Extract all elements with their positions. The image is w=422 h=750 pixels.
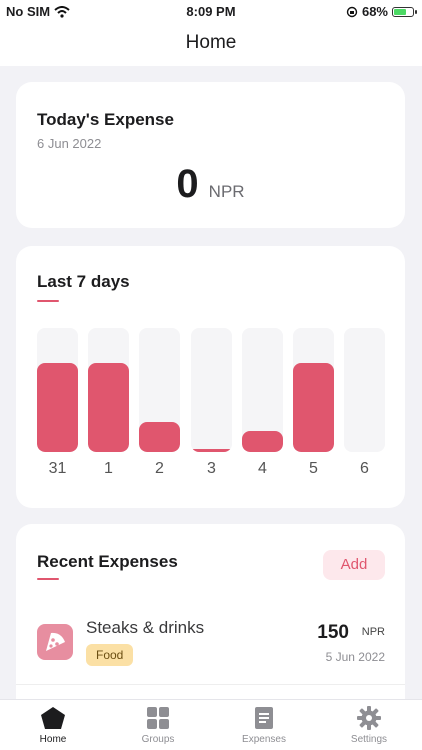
bar-track: [37, 328, 78, 452]
home-icon: [41, 707, 65, 729]
today-expense-title: Today's Expense: [37, 110, 174, 129]
bar-fill: [293, 363, 334, 452]
bar-track: [344, 328, 385, 452]
tab-home-label: Home: [39, 734, 67, 745]
recent-title-underline: [37, 578, 59, 580]
bar-tick-label: 1: [104, 460, 113, 477]
chart-title-underline: [37, 300, 59, 302]
orientation-lock-icon: [346, 6, 358, 17]
expense-category-tag: Food: [86, 644, 134, 666]
bar-track: [88, 328, 129, 452]
bar-tick-label: 3: [207, 460, 216, 477]
list-divider: [16, 684, 405, 685]
bar-track: [139, 328, 180, 452]
today-amount-row: 0 NPR: [16, 162, 405, 207]
battery-icon: [392, 6, 417, 17]
document-icon: [255, 707, 273, 729]
bar-track: [242, 328, 283, 452]
bar-fill: [242, 431, 283, 452]
bar-tick-label: 4: [258, 460, 267, 477]
tab-expenses[interactable]: Expenses: [224, 706, 304, 745]
page-title: Home: [185, 32, 237, 53]
gear-icon: [357, 706, 381, 730]
status-right: 68%: [346, 4, 417, 19]
nav-bar: Home: [0, 24, 422, 66]
today-date: 6 Jun 2022: [37, 136, 102, 151]
pizza-icon: [37, 624, 73, 660]
bar-chart: 31 1 2 3 4 5 6: [37, 328, 385, 477]
bar-tick-label: 31: [48, 460, 67, 477]
expense-currency: NPR: [361, 626, 385, 638]
bar-track: [293, 328, 334, 452]
bar-tick-label: 6: [360, 460, 369, 477]
bar-track: [191, 328, 232, 452]
today-expense-card: Today's Expense 6 Jun 2022 0 NPR: [16, 82, 405, 228]
bar-fill: [88, 363, 129, 452]
today-currency: NPR: [208, 182, 245, 201]
tab-expenses-label: Expenses: [242, 734, 286, 745]
recent-title: Recent Expenses: [37, 552, 178, 571]
today-amount: 0: [176, 162, 199, 206]
status-bar: No SIM 8:09 PM 68%: [0, 0, 422, 24]
last-7-days-card: Last 7 days 31 1 2 3 4 5 6: [16, 246, 405, 508]
expense-amount: 150: [317, 622, 349, 643]
expense-name: Steaks & drinks: [86, 618, 205, 637]
grid-icon: [147, 707, 169, 729]
tab-groups-label: Groups: [141, 734, 175, 745]
bar-fill: [139, 422, 180, 452]
recent-expenses-card: Recent Expenses Add Steaks & drinks Food…: [16, 524, 405, 724]
bar-tick-label: 5: [309, 460, 318, 477]
bar-fill: [37, 363, 78, 452]
tab-bar: Home Groups Expenses Settings: [0, 699, 422, 750]
tab-groups[interactable]: Groups: [118, 706, 198, 745]
tab-settings-label: Settings: [350, 734, 388, 745]
bar-tick-label: 2: [155, 460, 164, 477]
add-expense-button[interactable]: Add: [323, 550, 385, 580]
bar-fill: [191, 449, 232, 452]
chart-title: Last 7 days: [37, 272, 130, 291]
battery-percent: 68%: [361, 4, 388, 19]
tab-settings[interactable]: Settings: [329, 706, 409, 745]
expense-date: 5 Jun 2022: [325, 650, 385, 664]
tab-home[interactable]: Home: [13, 706, 93, 745]
